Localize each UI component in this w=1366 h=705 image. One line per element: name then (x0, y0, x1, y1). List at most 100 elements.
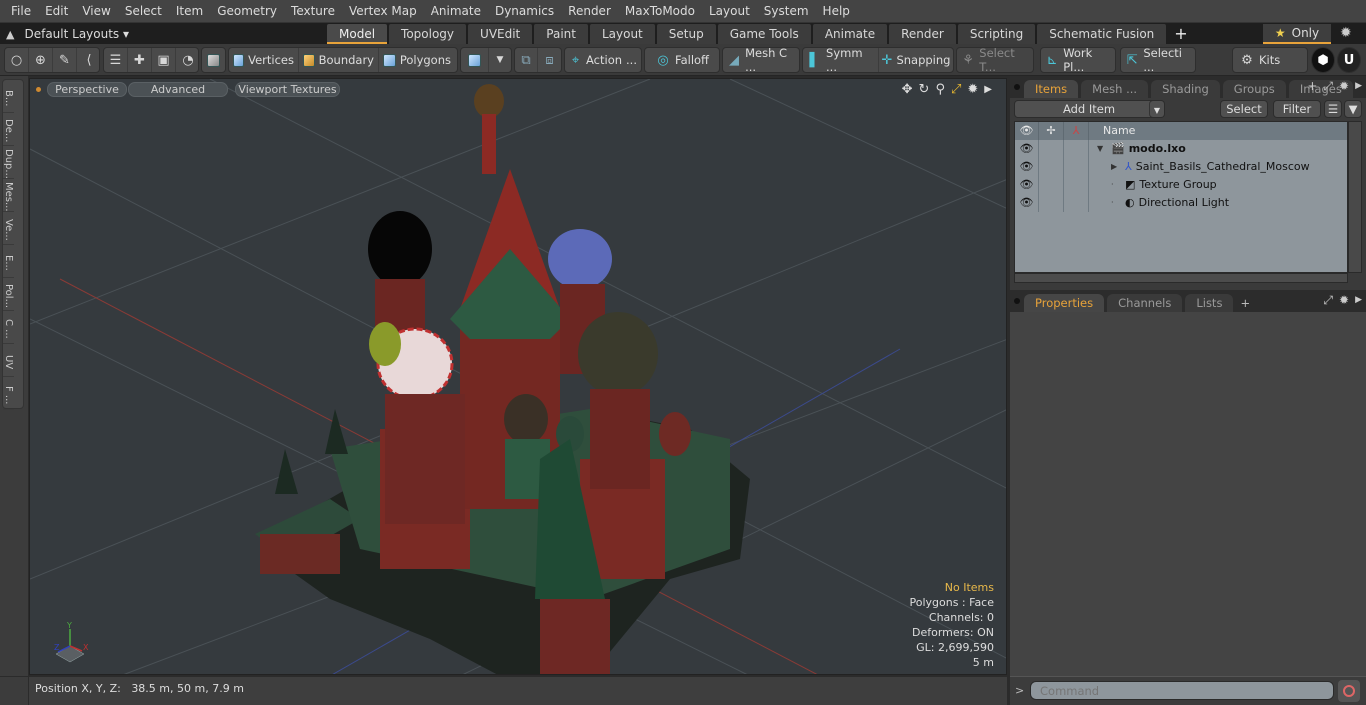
menu-select[interactable]: Select (118, 0, 169, 22)
maximize-panel-icon[interactable]: ⤢ (1323, 79, 1333, 94)
tree-item-name-cell[interactable]: ▼ 🎬 modo.lxo (1089, 140, 1186, 158)
viewport-gear-icon[interactable]: ✹ (967, 82, 978, 98)
left-tab[interactable]: E... (3, 245, 14, 278)
layout-up-arrow-icon[interactable]: ▲ (6, 28, 14, 41)
left-tab[interactable]: Dup... (3, 146, 14, 179)
list-options-button[interactable]: ☰ (1324, 100, 1342, 118)
rotate-view-icon[interactable]: ↻ (919, 82, 930, 98)
menu-render[interactable]: Render (561, 0, 618, 22)
tree-item-name-cell[interactable]: · ◩ Texture Group (1089, 176, 1217, 194)
lock-cell[interactable] (1039, 158, 1064, 176)
unity-button[interactable]: ⬢ (1311, 47, 1335, 73)
tab-schematic-fusion[interactable]: Schematic Fusion (1037, 24, 1167, 44)
tab-paint[interactable]: Paint (534, 24, 588, 44)
left-tab[interactable]: C ... (3, 311, 14, 344)
tree-item-name-cell[interactable]: ▶ ⅄ Saint_Basils_Cathedral_Moscow (1089, 158, 1310, 176)
falloff-button[interactable]: ◎ Falloff (645, 48, 719, 72)
material-mode-button[interactable] (461, 48, 489, 72)
lock-cell[interactable] (1039, 176, 1064, 194)
funnel-filter-button[interactable]: ▼ (1344, 100, 1362, 118)
eye-icon[interactable]: 👁 (1020, 178, 1034, 191)
menu-file[interactable]: File (4, 0, 38, 22)
boundary-button[interactable]: Boundary (299, 48, 379, 72)
menu-edit[interactable]: Edit (38, 0, 75, 22)
menu-help[interactable]: Help (816, 0, 857, 22)
tab-render[interactable]: Render (889, 24, 956, 44)
tree-row[interactable]: 👁 · ◐ Directional Light (1015, 194, 1347, 212)
panel-menu-dot[interactable] (1014, 84, 1020, 90)
menu-item[interactable]: Item (169, 0, 210, 22)
panel-gear-icon[interactable]: ✹ (1339, 79, 1349, 94)
collapse-arrow-icon[interactable]: ▶ (1111, 158, 1121, 176)
perspective-button[interactable]: Perspective (47, 82, 127, 97)
left-tab[interactable]: Mes... (3, 179, 14, 212)
panel-menu-dot[interactable] (1014, 298, 1020, 304)
menu-view[interactable]: View (75, 0, 117, 22)
viewport-textures-button[interactable]: Viewport Textures (235, 82, 340, 97)
menu-geometry[interactable]: Geometry (210, 0, 284, 22)
lock-column-header[interactable]: ✢ (1039, 122, 1064, 140)
item-mode-button[interactable] (202, 48, 225, 72)
tab-model[interactable]: Model (327, 24, 388, 44)
panel-expand-arrow-icon[interactable]: ▶ (1355, 293, 1362, 308)
unreal-button[interactable]: U (1337, 47, 1361, 73)
tree-horizontal-scrollbar[interactable] (1014, 273, 1348, 283)
left-tab[interactable]: De... (3, 113, 14, 146)
3d-viewport[interactable]: Perspective Advanced Viewport Textures ✥… (29, 78, 1007, 675)
frame-button[interactable]: ▣ (152, 48, 176, 72)
circle-select-button[interactable]: ○ (5, 48, 29, 72)
bezier-button[interactable]: ⟨ (77, 48, 101, 72)
menu-system[interactable]: System (757, 0, 816, 22)
material-mode-dropdown[interactable]: ▼ (489, 48, 511, 72)
kits-button[interactable]: ⚙ Kits (1233, 48, 1307, 72)
tab-uvedit[interactable]: UVEdit (468, 24, 533, 44)
dial-button[interactable]: ◔ (176, 48, 200, 72)
add-tab-icon[interactable]: + (1236, 294, 1254, 312)
add-item-dropdown[interactable]: ▼ (1149, 100, 1165, 118)
panel-expand-arrow-icon[interactable]: ▶ (1355, 79, 1362, 94)
work-plane-button[interactable]: ⊾ Work Pl... (1041, 46, 1115, 74)
unwrap-button[interactable]: ✚ (128, 48, 152, 72)
world-transform-button[interactable]: ⧉ (515, 48, 538, 72)
sphere-button[interactable]: ⊕ (29, 48, 53, 72)
mesh-constraint-button[interactable]: ◢ Mesh C ... (723, 46, 799, 74)
left-tab[interactable]: B... (3, 80, 14, 113)
only-button[interactable]: ★ Only (1263, 24, 1331, 44)
tree-item-name-cell[interactable]: · ◐ Directional Light (1089, 194, 1229, 212)
snapping-button[interactable]: ✛ Snapping (879, 48, 953, 72)
visibility-toggle[interactable]: 👁 (1015, 176, 1039, 194)
select-button[interactable]: Select (1220, 100, 1268, 118)
left-tab[interactable]: UV (3, 344, 14, 377)
visibility-toggle[interactable]: 👁 (1015, 194, 1039, 212)
tree-row[interactable]: 👁 ▶ ⅄ Saint_Basils_Cathedral_Moscow (1015, 158, 1347, 176)
eye-icon[interactable]: 👁 (1020, 142, 1034, 155)
type-column-header[interactable]: ⅄ (1064, 122, 1089, 140)
tab-mesh[interactable]: Mesh ... (1081, 80, 1149, 98)
visibility-toggle[interactable]: 👁 (1015, 140, 1039, 158)
menu-dynamics[interactable]: Dynamics (488, 0, 561, 22)
menu-layout[interactable]: Layout (702, 0, 757, 22)
vertices-button[interactable]: Vertices (229, 48, 299, 72)
add-item-button[interactable]: Add Item (1014, 100, 1164, 118)
visibility-toggle[interactable]: 👁 (1015, 158, 1039, 176)
tab-channels[interactable]: Channels (1107, 294, 1183, 312)
tab-topology[interactable]: Topology (389, 24, 467, 44)
default-layouts-dropdown[interactable]: Default Layouts ▾ (24, 27, 129, 41)
tree-row[interactable]: 👁 · ◩ Texture Group (1015, 176, 1347, 194)
symmetry-button[interactable]: ▌ Symm ... (803, 46, 879, 74)
visibility-column-header[interactable]: 👁 (1015, 122, 1039, 140)
menu-animate[interactable]: Animate (424, 0, 488, 22)
tab-setup[interactable]: Setup (656, 24, 716, 44)
tab-animate[interactable]: Animate (812, 24, 888, 44)
left-tab[interactable]: Pol... (3, 278, 14, 311)
maximize-panel-icon[interactable]: ⤢ (1323, 293, 1333, 308)
pen-button[interactable]: ✎ (53, 48, 77, 72)
tab-items[interactable]: Items (1024, 80, 1079, 98)
menu-vertex-map[interactable]: Vertex Map (342, 0, 424, 22)
tab-game-tools[interactable]: Game Tools (717, 24, 811, 44)
menu-maxtomodo[interactable]: MaxToModo (618, 0, 702, 22)
filter-button[interactable]: Filter (1273, 100, 1321, 118)
polygons-button[interactable]: Polygons (379, 48, 455, 72)
add-tab-icon[interactable]: + (1307, 79, 1317, 94)
tree-vertical-scrollbar[interactable] (1348, 121, 1362, 273)
